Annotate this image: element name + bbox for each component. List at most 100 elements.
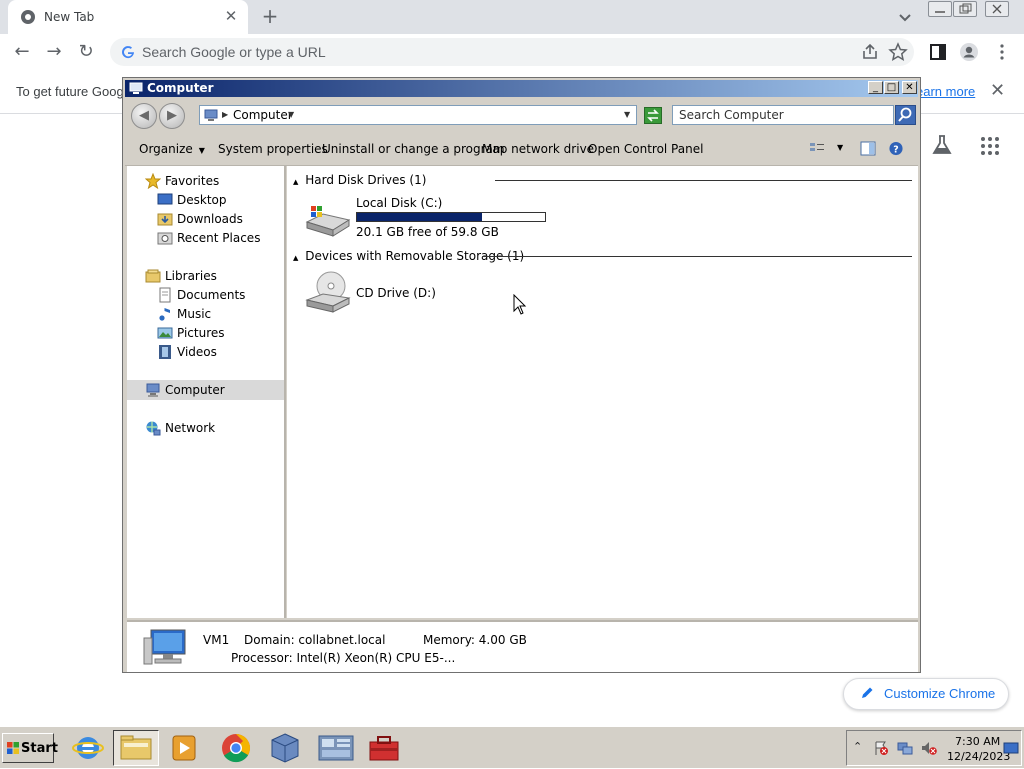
computer-icon (204, 109, 218, 121)
network-icon (146, 421, 161, 436)
details-pane: VM1 Domain: collabnet.local Memory: 4.00… (127, 620, 918, 672)
group-header-label: Hard Disk Drives (1) (305, 173, 427, 187)
start-button[interactable]: Start (2, 733, 58, 763)
taskbar-virtualbox[interactable] (262, 730, 308, 766)
address-field[interactable]: ▶ Computer ▼ ▼ (199, 105, 637, 125)
show-desktop-icon[interactable] (1003, 740, 1019, 756)
computer-domain: Domain: collabnet.local (244, 633, 386, 647)
group-divider (495, 180, 912, 181)
search-computer-input[interactable]: Search Computer (672, 105, 894, 125)
bookmark-star-icon[interactable] (888, 42, 908, 62)
open-control-panel-button[interactable]: Open Control Panel (588, 142, 703, 156)
minimize-window-button[interactable] (928, 1, 952, 17)
tab-title: New Tab (44, 10, 95, 24)
breadcrumb-arrow-icon[interactable]: ▶ (222, 110, 228, 119)
infobar-learn-more-link[interactable]: earn more (916, 84, 975, 99)
search-icon (898, 107, 912, 122)
infobar-close-icon[interactable]: ✕ (990, 80, 1005, 101)
action-center-flag-icon[interactable] (873, 740, 889, 756)
change-view-icon[interactable] (809, 141, 825, 156)
chevron-down-icon: ▼ (198, 146, 205, 155)
explorer-forward-button[interactable]: ▶ (159, 103, 185, 129)
nav-label: Network (165, 421, 216, 435)
profile-avatar-icon[interactable] (959, 42, 979, 62)
share-icon[interactable] (860, 42, 880, 62)
computer-icon (129, 82, 143, 94)
close-icon (992, 4, 1002, 14)
taskbar-media-player[interactable] (161, 730, 207, 766)
command-bar: Organize ▼ System properties Uninstall or… (125, 133, 918, 166)
nav-label: Downloads (177, 212, 243, 226)
collapse-arrow-icon[interactable]: ▲ (293, 178, 298, 186)
taskbar-chrome[interactable] (213, 730, 259, 766)
recent-places-icon (157, 232, 173, 245)
system-tray: ⌃ 7:30 AM 12/24/2023 (846, 730, 1022, 766)
nav-label: Desktop (177, 193, 227, 207)
uninstall-program-button[interactable]: Uninstall or change a program (322, 142, 505, 156)
restore-window-button[interactable] (953, 1, 977, 17)
customize-chrome-button[interactable]: Customize Chrome (843, 678, 1009, 710)
more-menu-icon[interactable] (992, 42, 1012, 62)
collapse-arrow-icon[interactable]: ▲ (293, 254, 298, 262)
new-tab-button[interactable]: + (258, 4, 282, 28)
folder-icon (120, 735, 152, 760)
preview-pane-icon[interactable] (860, 141, 876, 156)
close-window-button[interactable] (985, 1, 1009, 17)
search-button[interactable] (895, 105, 916, 125)
explorer-refresh-button[interactable] (644, 107, 662, 124)
system-properties-button[interactable]: System properties (218, 142, 328, 156)
clock-date[interactable]: 12/24/2023 (947, 750, 1010, 763)
nav-label: Favorites (165, 174, 220, 188)
nav-label: Videos (177, 345, 217, 359)
explorer-titlebar[interactable]: Computer _ □ ✕ (125, 80, 918, 97)
libraries-icon (145, 269, 161, 283)
drive-c-name[interactable]: Local Disk (C:) (356, 196, 442, 210)
view-dropdown-icon[interactable]: ▼ (837, 143, 843, 152)
organize-menu[interactable]: Organize ▼ (139, 142, 205, 156)
content-pane: ▲ Hard Disk Drives (1) Local Disk (C:) 2… (287, 166, 918, 618)
tab-close-icon[interactable]: ✕ (222, 7, 240, 25)
help-icon[interactable]: ? (888, 141, 904, 156)
explorer-maximize-button[interactable]: □ (884, 81, 899, 94)
back-arrow-icon[interactable]: ← (12, 42, 32, 62)
group-header-hard-disk-drives[interactable]: ▲ Hard Disk Drives (1) (293, 173, 426, 189)
downloads-folder-icon (157, 213, 173, 226)
side-panel-icon[interactable] (928, 42, 948, 62)
windows-flag-icon (7, 742, 19, 754)
address-dropdown-icon[interactable]: ▼ (624, 110, 630, 119)
pictures-icon (157, 327, 173, 339)
drive-d-name[interactable]: CD Drive (D:) (356, 286, 436, 300)
explorer-back-button[interactable]: ◀ (131, 103, 157, 129)
google-g-icon (122, 46, 134, 59)
reload-icon[interactable]: ↻ (76, 42, 96, 62)
svg-text:?: ? (893, 144, 898, 155)
tab-search-chevron-icon[interactable] (895, 7, 915, 27)
taskbar-toolbox[interactable] (361, 730, 407, 766)
volume-muted-icon[interactable] (921, 740, 937, 756)
computer-memory: Memory: 4.00 GB (423, 633, 527, 647)
map-network-drive-button[interactable]: Map network drive (482, 142, 594, 156)
pencil-icon (862, 687, 873, 698)
clock-time[interactable]: 7:30 AM (955, 735, 1000, 748)
show-hidden-icons-chevron-icon[interactable]: ⌃ (853, 740, 869, 756)
hard-disk-icon (305, 206, 351, 237)
group-header-removable-storage[interactable]: ▲ Devices with Removable Storage (1) (293, 249, 524, 265)
omnibox[interactable]: Search Google or type a URL (110, 38, 914, 66)
tab-new-tab[interactable]: New Tab ✕ (8, 0, 248, 34)
explorer-close-button[interactable]: ✕ (902, 81, 917, 94)
explorer-minimize-button[interactable]: _ (868, 81, 883, 94)
taskbar-windows-explorer[interactable] (113, 730, 159, 766)
nav-label: Computer (165, 383, 225, 397)
mouse-cursor-icon (513, 294, 527, 315)
address-text[interactable]: Computer (233, 108, 293, 122)
taskbar-server-manager[interactable] (313, 730, 359, 766)
window-title: Computer (147, 81, 214, 95)
chrome-favicon-icon (21, 10, 35, 24)
google-apps-icon[interactable] (980, 136, 1000, 156)
taskbar-internet-explorer[interactable] (65, 730, 111, 766)
omnibox-placeholder: Search Google or type a URL (142, 44, 326, 60)
breadcrumb-arrow-icon[interactable]: ▼ (288, 110, 294, 119)
network-status-icon[interactable] (897, 740, 913, 756)
labs-flask-icon[interactable] (931, 134, 953, 156)
forward-arrow-icon[interactable]: → (44, 42, 64, 62)
